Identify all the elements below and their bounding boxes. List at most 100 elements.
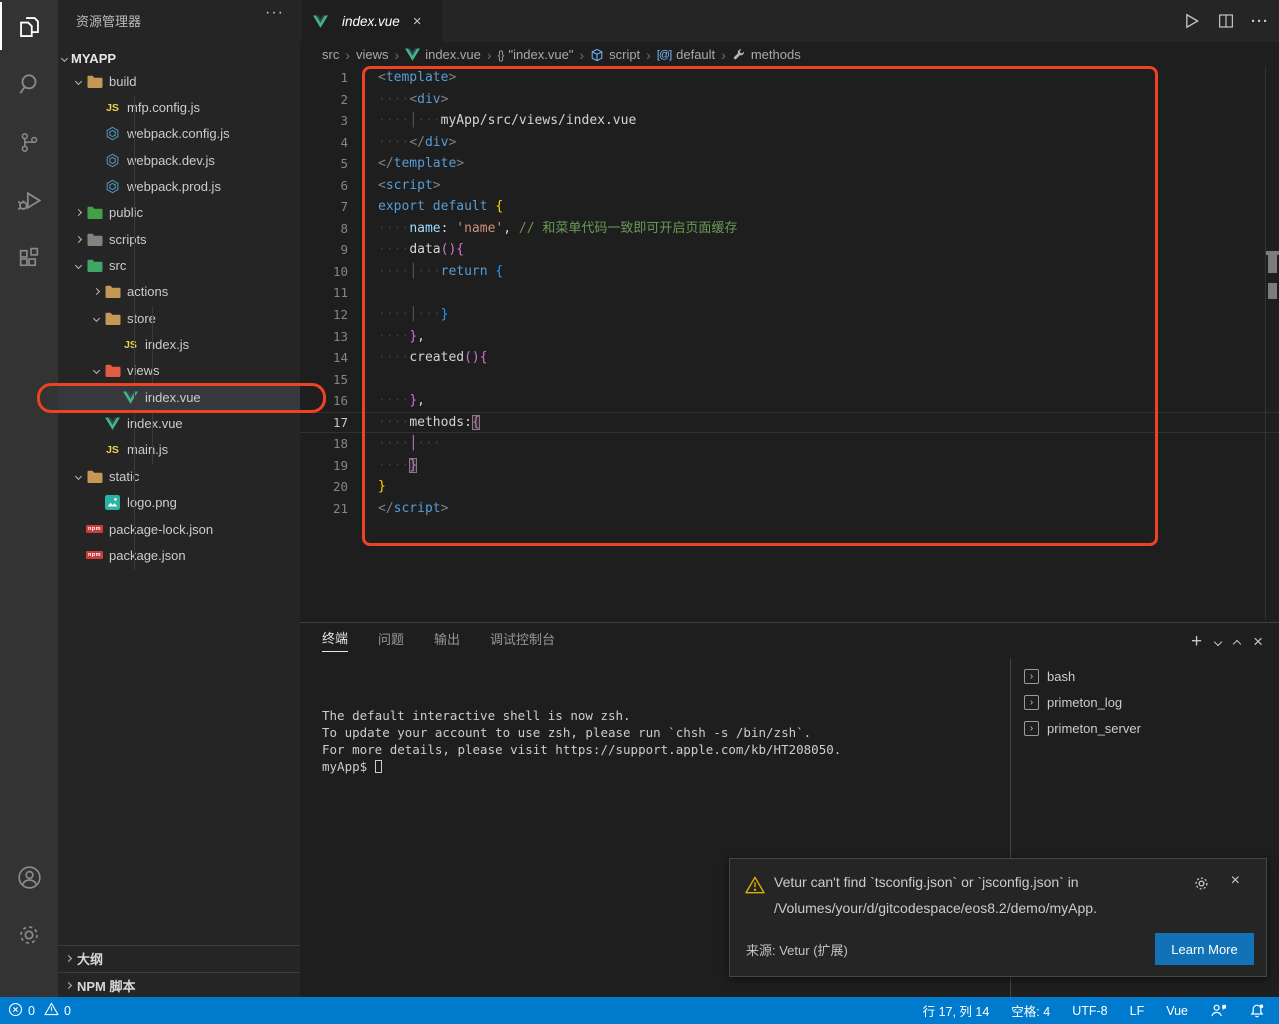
status-item[interactable]: UTF-8 (1072, 1004, 1107, 1018)
tree-item-public[interactable]: public (58, 200, 300, 226)
tree-item-mfp.config.js[interactable]: JSmfp.config.js (58, 94, 300, 120)
sidebar-section-npm-scripts[interactable]: NPM 脚本 (58, 972, 300, 998)
code-line-18: 18····│··· (300, 433, 1279, 455)
status-item[interactable]: 空格: 4 (1011, 1001, 1050, 1020)
code-line-6: 6<script> (300, 175, 1279, 197)
status-bar: 0 0 行 17, 列 14 空格: 4 UTF-8 LF Vue (0, 997, 1279, 1024)
panel-tab[interactable]: 终端 (322, 628, 348, 652)
run-button[interactable] (1181, 11, 1201, 31)
file-label: build (109, 74, 136, 89)
split-editor-icon[interactable] (1217, 12, 1235, 30)
file-label: webpack.config.js (127, 126, 230, 141)
tree-item-build[interactable]: build (58, 68, 300, 94)
vue-icon (312, 14, 329, 29)
code-line-12: 12····│···} (300, 304, 1279, 326)
breadcrumb-separator: › (721, 47, 726, 63)
code-editor[interactable]: 1<template>2····<div>3····│···myApp/src/… (300, 67, 1279, 622)
status-item[interactable]: Vue (1166, 1004, 1188, 1018)
errors-indicator[interactable]: 0 0 (8, 1002, 71, 1020)
code-line-14: 14····created(){ (300, 347, 1279, 369)
breadcrumb-separator: › (487, 47, 492, 63)
activity-search-icon[interactable] (0, 58, 58, 110)
maximize-panel-icon[interactable] (1234, 637, 1240, 647)
tree-item-static[interactable]: static (58, 463, 300, 489)
tree-item-webpack.dev.js[interactable]: webpack.dev.js (58, 147, 300, 173)
terminal-output[interactable]: The default interactive shell is now zsh… (322, 707, 841, 775)
file-label: public (109, 205, 143, 220)
breadcrumb-methods[interactable]: methods (732, 47, 801, 62)
tree-item-webpack.prod.js[interactable]: webpack.prod.js (58, 173, 300, 199)
close-icon[interactable]: × (1231, 872, 1240, 890)
tree-item-index.vue[interactable]: index.vue (58, 384, 300, 410)
editor-scrollbar[interactable] (1265, 67, 1266, 620)
more-actions-icon[interactable]: ··· (1251, 13, 1269, 30)
terminal-session-primeton_server[interactable]: ›primeton_server (1024, 715, 1274, 741)
tree-item-store[interactable]: store (58, 305, 300, 331)
error-icon (8, 1002, 23, 1020)
more-actions-icon[interactable]: ··· (265, 4, 284, 22)
warning-icon (44, 1002, 59, 1019)
tree-item-package-lock.json[interactable]: npmpackage-lock.json (58, 516, 300, 542)
breadcrumb-index.vue[interactable]: {}"index.vue" (498, 47, 574, 62)
tree-item-package.json[interactable]: npmpackage.json (58, 542, 300, 568)
code-line-2: 2····<div> (300, 89, 1279, 111)
breadcrumb-views[interactable]: views (356, 47, 389, 62)
close-panel-icon[interactable]: × (1253, 632, 1263, 652)
tree-item-index.js[interactable]: JSindex.js (58, 331, 300, 357)
npm-icon: npm (86, 522, 103, 537)
project-section-header[interactable]: MYAPP (62, 47, 116, 69)
breadcrumb-default[interactable]: [@]default (657, 47, 715, 62)
new-terminal-icon[interactable]: + (1191, 631, 1202, 653)
tree-item-views[interactable]: views (58, 358, 300, 384)
tree-item-index.vue[interactable]: index.vue (58, 410, 300, 436)
code-line-17: 17····methods:{ (300, 412, 1279, 434)
code-line-19: 19····} (300, 455, 1279, 477)
breadcrumb-src[interactable]: src (322, 47, 339, 62)
terminal-dropdown-icon[interactable] (1215, 639, 1221, 645)
notification-toast: Vetur can't find `tsconfig.json` or `jsc… (729, 858, 1267, 977)
breadcrumb: src›views›index.vue›{}"index.vue"›script… (300, 42, 1279, 67)
code-line-5: 5</template> (300, 153, 1279, 175)
activity-source-control-icon[interactable] (0, 116, 58, 168)
activity-run-debug-icon[interactable] (0, 174, 58, 226)
vue-icon (104, 416, 121, 431)
file-label: src (109, 258, 126, 273)
terminal-session-primeton_log[interactable]: ›primeton_log (1024, 689, 1274, 715)
breadcrumb-index.vue[interactable]: index.vue (405, 47, 481, 62)
file-tree: build JSmfp.config.js webpack.config.js web… (58, 68, 300, 569)
braces-icon: {} (498, 48, 504, 62)
tree-item-scripts[interactable]: scripts (58, 226, 300, 252)
activity-extensions-icon[interactable] (0, 232, 58, 284)
panel-tab[interactable]: 调试控制台 (490, 629, 555, 652)
activity-account-icon[interactable] (0, 851, 58, 903)
code-line-7: 7export default { (300, 196, 1279, 218)
learn-more-button[interactable]: Learn More (1155, 933, 1254, 965)
chevron-down-icon (92, 315, 99, 322)
sidebar-section-outline[interactable]: 大纲 (58, 945, 300, 971)
image-icon (104, 495, 121, 510)
folder-icon (104, 311, 121, 326)
chevron-right-icon (65, 955, 72, 962)
chevron-down-icon (74, 78, 81, 85)
tree-item-src[interactable]: src (58, 252, 300, 278)
notification-settings-icon[interactable] (1193, 875, 1210, 897)
tree-item-webpack.config.js[interactable]: webpack.config.js (58, 121, 300, 147)
feedback-icon[interactable] (1210, 1003, 1227, 1018)
tab-index-vue[interactable]: index.vue × (302, 0, 442, 42)
tree-item-logo.png[interactable]: logo.png (58, 490, 300, 516)
chevron-right-icon (65, 982, 72, 989)
close-icon[interactable]: × (413, 13, 422, 30)
tab-label: index.vue (342, 14, 400, 29)
notifications-bell-icon[interactable] (1249, 1003, 1265, 1019)
tree-item-actions[interactable]: actions (58, 279, 300, 305)
tree-item-main.js[interactable]: JSmain.js (58, 437, 300, 463)
status-item[interactable]: LF (1130, 1004, 1145, 1018)
activity-explorer-icon[interactable] (0, 0, 58, 52)
status-item[interactable]: 行 17, 列 14 (923, 1001, 990, 1020)
terminal-session-bash[interactable]: ›bash (1024, 663, 1274, 689)
panel-tab[interactable]: 输出 (434, 629, 460, 652)
editor-tab-bar: index.vue × ··· (300, 0, 1279, 42)
panel-tab[interactable]: 问题 (378, 629, 404, 652)
breadcrumb-script[interactable]: script (590, 47, 640, 62)
activity-settings-icon[interactable] (0, 909, 58, 961)
